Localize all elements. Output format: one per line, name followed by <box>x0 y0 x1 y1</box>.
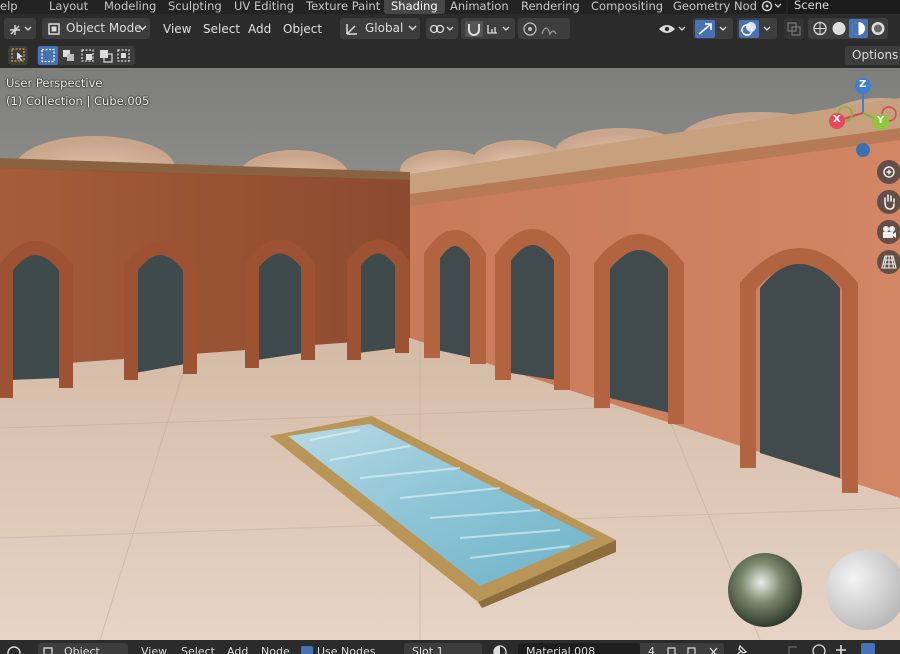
header-right-icons[interactable] <box>785 643 875 654</box>
object-menu[interactable]: Object <box>283 20 322 38</box>
xray-icon <box>787 22 801 36</box>
zoom-icon <box>883 166 895 178</box>
bottom-mode-label: Object <box>64 645 100 654</box>
tab-shading[interactable]: Shading <box>384 0 445 14</box>
orientation-icon <box>346 24 357 35</box>
tab-animation[interactable]: Animation <box>450 0 509 14</box>
tool-settings-row: Options <box>0 44 900 68</box>
eye-icon <box>659 25 686 33</box>
selection-mode-group <box>37 46 135 65</box>
material-name: Material.008 <box>526 645 596 654</box>
pivot-point-button[interactable] <box>426 18 458 39</box>
slot-label: Slot 1 <box>412 645 444 654</box>
scene-icon <box>761 0 782 12</box>
select-menu[interactable]: Select <box>203 20 240 38</box>
zoom-button[interactable] <box>877 160 900 184</box>
overlays-icon <box>739 20 771 38</box>
transform-orientation-dropdown[interactable]: Global <box>340 18 420 39</box>
tab-layout[interactable]: Layout <box>49 0 88 14</box>
orientation-label: Global <box>365 21 404 35</box>
pin-icon[interactable] <box>734 644 748 654</box>
options-dropdown[interactable]: Options <box>845 46 900 65</box>
pivot-icon <box>429 24 454 34</box>
perspective-toggle-button[interactable] <box>877 250 900 274</box>
add-menu[interactable]: Add <box>248 20 271 38</box>
gizmo-y-label: Y <box>877 115 885 126</box>
tab-rendering[interactable]: Rendering <box>521 0 580 14</box>
use-nodes-label: Use Nodes <box>317 645 376 654</box>
user-count-button[interactable]: 4 <box>640 643 662 654</box>
scene-selector-button[interactable] <box>758 0 786 14</box>
view-menu[interactable]: View <box>163 20 191 38</box>
hand-icon <box>884 194 895 210</box>
select-tool-button[interactable] <box>8 46 28 65</box>
options-label: Options <box>852 48 899 62</box>
help-menu[interactable]: elp <box>0 0 18 14</box>
gizmo-z-label: Z <box>859 79 867 90</box>
view-name-label: User Perspective <box>6 76 103 90</box>
camera-view-button[interactable] <box>877 220 900 244</box>
bottom-node-menu[interactable]: Node <box>261 646 290 654</box>
select-box-icon <box>11 48 25 62</box>
object-mode-icon <box>48 23 60 35</box>
bottom-add-menu[interactable]: Add <box>227 646 248 654</box>
viewport-header: Object Mode View Select Add Object Globa… <box>0 14 900 44</box>
overlays-toggle[interactable] <box>737 18 777 39</box>
mode-label: Object Mode <box>66 21 142 35</box>
chevron-down-icon <box>408 25 417 31</box>
workspace-tabs-bar: elp Layout Modeling Sculpting UV Editing… <box>0 0 900 14</box>
bottom-view-menu[interactable]: View <box>141 646 167 654</box>
tab-sculpting[interactable]: Sculpting <box>168 0 222 14</box>
visibility-dropdown[interactable] <box>656 18 690 39</box>
gizmo-icon <box>695 20 727 38</box>
tab-uv-editing[interactable]: UV Editing <box>234 0 294 14</box>
scene-render <box>0 68 900 640</box>
scene-name-field[interactable]: Scene <box>788 0 900 14</box>
gizmo-x-label: X <box>833 114 841 125</box>
tab-compositing[interactable]: Compositing <box>591 0 663 14</box>
object-type-dropdown[interactable]: Object <box>38 643 128 654</box>
tab-modeling[interactable]: Modeling <box>104 0 156 14</box>
selection-mode-icons[interactable] <box>38 46 134 65</box>
xray-toggle[interactable] <box>784 18 804 39</box>
slot-dropdown[interactable]: Slot 1 <box>404 643 482 654</box>
collection-info-label: (1) Collection | Cube.005 <box>6 94 150 108</box>
object-icon <box>43 647 53 654</box>
shader-editor-header: Object View Select Add Node Use Nodes Sl… <box>0 640 900 654</box>
grid-perspective-icon <box>881 255 897 269</box>
mode-dropdown[interactable]: Object Mode <box>42 18 150 39</box>
proportional-editing-toggle[interactable] <box>518 18 570 39</box>
material-icon[interactable] <box>493 645 507 654</box>
user-count: 4 <box>648 645 655 654</box>
gizmo-toggle[interactable] <box>693 18 733 39</box>
material-actions-group <box>662 643 724 654</box>
fake-user-copy-unlink-icons[interactable] <box>666 646 722 654</box>
tab-texture-paint[interactable]: Texture Paint <box>306 0 380 14</box>
3d-viewport[interactable]: User Perspective (1) Collection | Cube.0… <box>0 68 900 640</box>
camera-icon <box>883 226 896 238</box>
editor-type-button[interactable] <box>4 18 36 39</box>
scene-name: Scene <box>794 0 830 12</box>
magnet-icon <box>465 21 510 37</box>
pan-button[interactable] <box>877 190 900 214</box>
material-name-field[interactable]: Material.008 <box>518 643 640 654</box>
axis-grid-icon <box>10 25 32 35</box>
chevron-down-icon <box>138 25 147 31</box>
editor-type-icon[interactable] <box>6 645 26 654</box>
snapping-toggle[interactable] <box>461 18 515 39</box>
proportional-editing-icon <box>523 22 557 36</box>
shading-mode-group <box>808 18 888 39</box>
use-nodes-checkbox[interactable] <box>301 646 313 654</box>
bottom-select-menu[interactable]: Select <box>181 646 215 654</box>
shading-modes-icon[interactable] <box>811 19 887 38</box>
tab-geometry-nodes[interactable]: Geometry Nod <box>673 0 757 14</box>
